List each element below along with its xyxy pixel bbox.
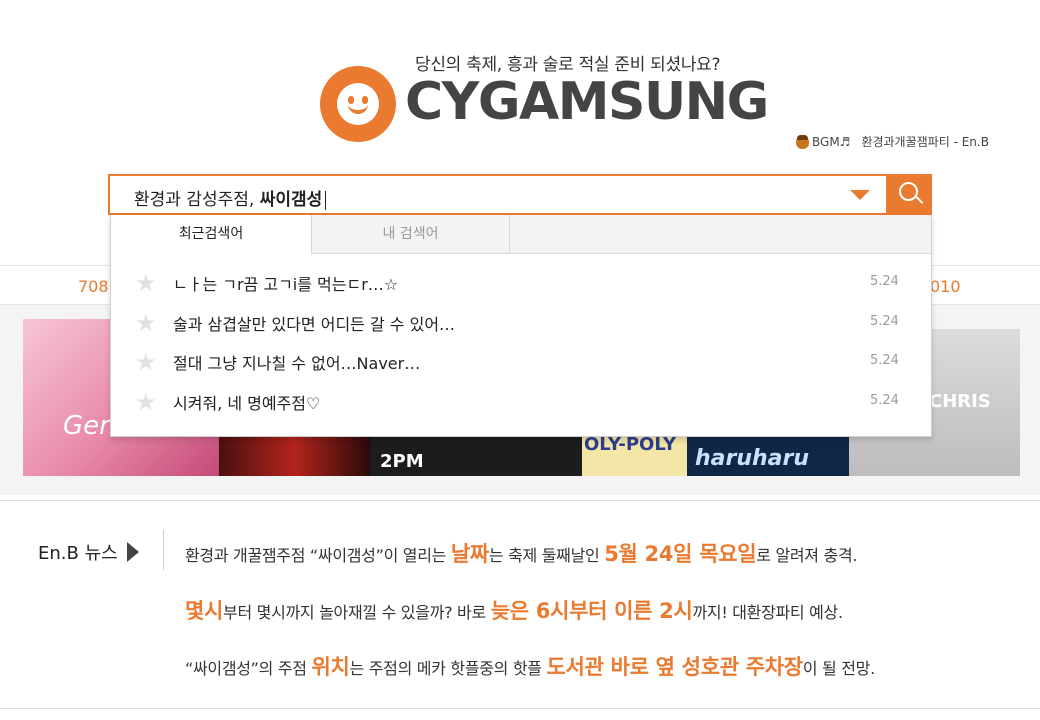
- news-section-title[interactable]: En.B 뉴스: [38, 539, 139, 565]
- dropdown-arrow-icon[interactable]: [850, 190, 870, 200]
- list-item-date: 5.24: [870, 353, 899, 368]
- acorn-icon: [796, 134, 809, 149]
- list-item[interactable]: ★ 절대 그냥 지나칠 수 없어…Naver… 5.24: [111, 342, 931, 382]
- divider: [163, 530, 164, 570]
- highlight: 도서관 바로 옆 성호관 주차장: [546, 655, 804, 679]
- logo-text[interactable]: CYGAMSUNG: [405, 72, 769, 132]
- bgm-label: BGM♬: [812, 134, 851, 149]
- bgm-track[interactable]: 환경과개꿀잼파티 - En.B: [861, 133, 989, 150]
- banner-caption: Gen: [63, 411, 116, 441]
- list-item-text: 절대 그냥 지나칠 수 없어…Naver…: [173, 354, 421, 373]
- search-suggestions-popup: 최근검색어 내 검색어 ★ ㄴㅏ는 ㄱr끔 고ㄱi를 먹는ㄷr…☆ 5.24 ★…: [110, 215, 932, 437]
- news-line-3: “싸이갬성”의 주점 위치는 주점의 메카 핫플중의 핫플 도서관 바로 옆 성…: [185, 655, 875, 679]
- list-item[interactable]: ★ 시켜줘, 네 명예주점♡ 5.24: [111, 382, 931, 422]
- smiley-icon: [337, 83, 379, 125]
- tab-my-searches[interactable]: 내 검색어: [312, 215, 510, 254]
- highlight: 위치: [311, 655, 350, 679]
- news-label: En.B 뉴스: [38, 543, 118, 564]
- divider: [0, 708, 1040, 709]
- bgm-player[interactable]: BGM♬ 환경과개꿀잼파티 - En.B: [796, 133, 989, 150]
- search-icon: [899, 182, 918, 201]
- search-input[interactable]: 환경과 감성주점, 싸이갬성: [108, 174, 888, 215]
- banner-caption: CHRIS: [929, 391, 991, 412]
- list-item-date: 5.24: [870, 392, 899, 408]
- search-query-normal: 환경과 감성주점,: [134, 190, 260, 210]
- highlight: 몇시: [185, 599, 224, 623]
- star-icon[interactable]: ★: [135, 311, 157, 335]
- list-item[interactable]: ★ ㄴㅏ는 ㄱr끔 고ㄱi를 먹는ㄷr…☆ 5.24: [111, 263, 931, 303]
- tab-recent-searches[interactable]: 최근검색어: [111, 215, 312, 255]
- star-icon[interactable]: ★: [135, 350, 157, 374]
- banner-caption: haruharu: [695, 446, 810, 471]
- news-line-1: 환경과 개꿀잼주점 “싸이갬성”이 열리는 날짜는 축제 둘째날인 5월 24일…: [185, 542, 858, 566]
- play-arrow-icon: [126, 542, 139, 562]
- recent-search-list: ★ ㄴㅏ는 ㄱr끔 고ㄱi를 먹는ㄷr…☆ 5.24 ★ 술과 삼겹살만 있다면…: [111, 263, 931, 421]
- highlight: 늦은 6시부터 이른 2시: [490, 599, 693, 623]
- news-line-2: 몇시부터 몇시까지 놀아재낄 수 있을까? 바로 늦은 6시부터 이른 2시까지…: [185, 599, 843, 623]
- list-item[interactable]: ★ 술과 삼겹살만 있다면 어디든 갈 수 있어… 5.24: [111, 303, 931, 343]
- list-item-text: 술과 삼겹살만 있다면 어디든 갈 수 있어…: [173, 314, 456, 334]
- list-item-date: 5.24: [870, 274, 899, 289]
- banner-caption: 2PM: [380, 451, 424, 472]
- ranking-number-left: 708: [78, 277, 109, 296]
- divider: [0, 500, 1040, 501]
- highlight: 5월 24일 목요일: [604, 542, 757, 566]
- text-caret: [325, 190, 327, 210]
- star-icon[interactable]: ★: [135, 390, 157, 414]
- highlight: 날짜: [450, 542, 489, 566]
- search-button[interactable]: [887, 174, 932, 215]
- ranking-number-right: 010: [930, 277, 961, 296]
- list-item-text: ㄴㅏ는 ㄱr끔 고ㄱi를 먹는ㄷr…☆: [173, 275, 399, 294]
- tab-bar: 최근검색어 내 검색어: [111, 215, 931, 255]
- list-item-date: 5.24: [870, 313, 899, 329]
- search-query[interactable]: 환경과 감성주점, 싸이갬성: [134, 185, 327, 210]
- star-icon[interactable]: ★: [135, 271, 157, 295]
- list-item-text: 시켜줘, 네 명예주점♡: [173, 393, 321, 413]
- banner-caption: OLY-POLY: [584, 434, 677, 455]
- logo-icon[interactable]: [320, 66, 396, 142]
- search-query-strong: 싸이갬성: [259, 190, 323, 210]
